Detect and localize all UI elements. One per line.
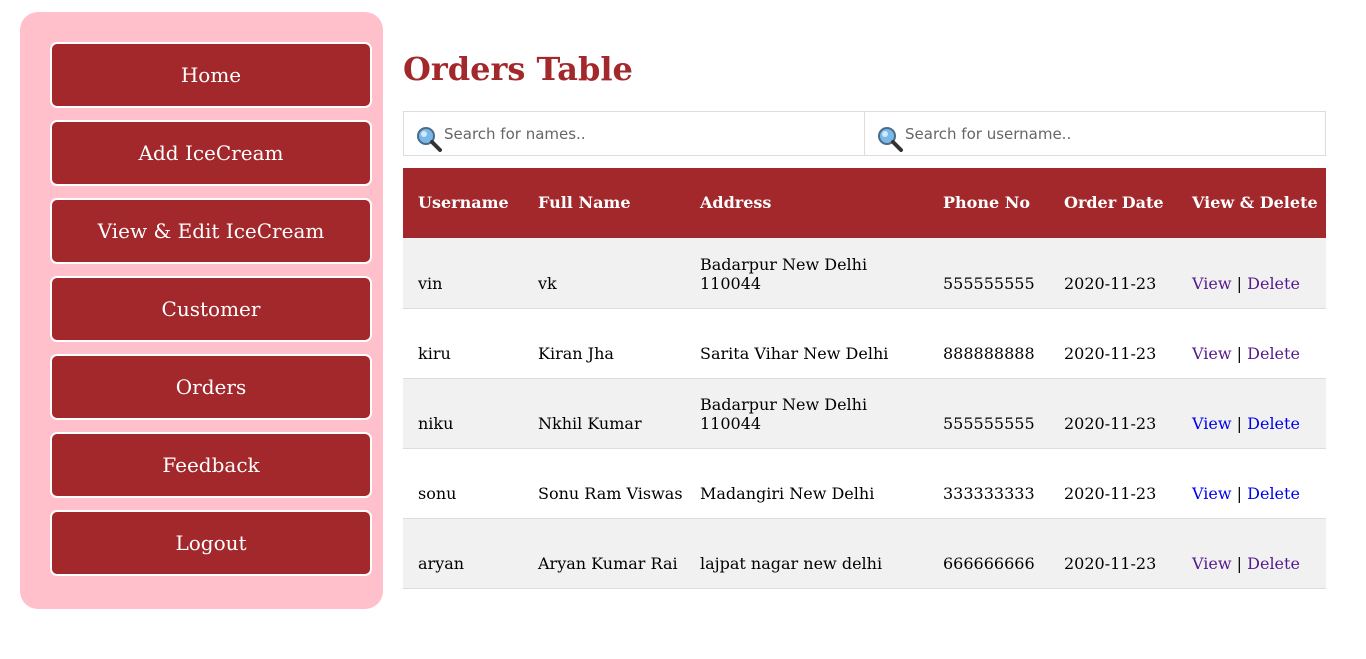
cell-address: Sarita Vihar New Delhi bbox=[685, 308, 928, 379]
delete-link[interactable]: Delete bbox=[1247, 344, 1300, 363]
delete-link[interactable]: Delete bbox=[1247, 484, 1300, 503]
cell-order-date: 2020-11-23 bbox=[1049, 378, 1177, 449]
table-row: vin vk Badarpur New Delhi 110044 5555555… bbox=[403, 238, 1326, 309]
cell-address: lajpat nagar new delhi bbox=[685, 518, 928, 589]
sidebar: Home Add IceCream View & Edit IceCream C… bbox=[20, 12, 383, 609]
table-row: kiru Kiran Jha Sarita Vihar New Delhi 88… bbox=[403, 308, 1326, 379]
cell-phone: 555555555 bbox=[928, 378, 1049, 449]
cell-phone: 888888888 bbox=[928, 308, 1049, 379]
cell-full-name: Aryan Kumar Rai bbox=[523, 518, 685, 589]
delete-link[interactable]: Delete bbox=[1247, 414, 1300, 433]
delete-link[interactable]: Delete bbox=[1247, 554, 1300, 573]
header-order-date: Order Date bbox=[1049, 168, 1177, 238]
cell-actions: View | Delete bbox=[1177, 308, 1326, 379]
separator: | bbox=[1236, 483, 1243, 503]
cell-phone: 333333333 bbox=[928, 448, 1049, 519]
cell-username: aryan bbox=[403, 518, 523, 589]
separator: | bbox=[1236, 343, 1243, 363]
cell-address: Madangiri New Delhi bbox=[685, 448, 928, 519]
cell-actions: View | Delete bbox=[1177, 378, 1326, 449]
cell-order-date: 2020-11-23 bbox=[1049, 448, 1177, 519]
cell-actions: View | Delete bbox=[1177, 238, 1326, 309]
nav-logout-button[interactable]: Logout bbox=[50, 510, 372, 576]
search-names-input[interactable] bbox=[404, 112, 864, 155]
view-link[interactable]: View bbox=[1192, 484, 1232, 503]
header-view-delete: View & Delete bbox=[1177, 168, 1326, 238]
cell-phone: 555555555 bbox=[928, 238, 1049, 309]
cell-username: vin bbox=[403, 238, 523, 309]
table-row: niku Nkhil Kumar Badarpur New Delhi 1100… bbox=[403, 378, 1326, 449]
cell-address: Badarpur New Delhi 110044 bbox=[685, 238, 928, 309]
separator: | bbox=[1236, 273, 1243, 293]
header-username: Username bbox=[403, 168, 523, 238]
cell-username: sonu bbox=[403, 448, 523, 519]
separator: | bbox=[1236, 413, 1243, 433]
cell-order-date: 2020-11-23 bbox=[1049, 518, 1177, 589]
cell-phone: 666666666 bbox=[928, 518, 1049, 589]
view-link[interactable]: View bbox=[1192, 344, 1232, 363]
cell-full-name: Kiran Jha bbox=[523, 308, 685, 379]
delete-link[interactable]: Delete bbox=[1247, 274, 1300, 293]
search-username-input[interactable] bbox=[865, 112, 1325, 155]
cell-username: kiru bbox=[403, 308, 523, 379]
page-title: Orders Table bbox=[403, 50, 633, 88]
view-link[interactable]: View bbox=[1192, 414, 1232, 433]
nav-customer-button[interactable]: Customer bbox=[50, 276, 372, 342]
cell-full-name: Nkhil Kumar bbox=[523, 378, 685, 449]
cell-full-name: Sonu Ram Viswas bbox=[523, 448, 685, 519]
cell-actions: View | Delete bbox=[1177, 448, 1326, 519]
view-link[interactable]: View bbox=[1192, 554, 1232, 573]
table-row: sonu Sonu Ram Viswas Madangiri New Delhi… bbox=[403, 448, 1326, 519]
nav-home-button[interactable]: Home bbox=[50, 42, 372, 108]
header-address: Address bbox=[685, 168, 928, 238]
cell-full-name: vk bbox=[523, 238, 685, 309]
header-full-name: Full Name bbox=[523, 168, 685, 238]
search-icon bbox=[417, 127, 442, 152]
cell-order-date: 2020-11-23 bbox=[1049, 238, 1177, 309]
search-names-box bbox=[403, 111, 865, 156]
table-header-row: Username Full Name Address Phone No Orde… bbox=[403, 168, 1326, 238]
search-username-box bbox=[864, 111, 1326, 156]
cell-actions: View | Delete bbox=[1177, 518, 1326, 589]
orders-table: Username Full Name Address Phone No Orde… bbox=[403, 168, 1326, 589]
cell-address: Badarpur New Delhi 110044 bbox=[685, 378, 928, 449]
table-row: aryan Aryan Kumar Rai lajpat nagar new d… bbox=[403, 518, 1326, 589]
header-phone: Phone No bbox=[928, 168, 1049, 238]
nav-orders-button[interactable]: Orders bbox=[50, 354, 372, 420]
separator: | bbox=[1236, 553, 1243, 573]
nav-feedback-button[interactable]: Feedback bbox=[50, 432, 372, 498]
cell-order-date: 2020-11-23 bbox=[1049, 308, 1177, 379]
cell-username: niku bbox=[403, 378, 523, 449]
nav-view-edit-icecream-button[interactable]: View & Edit IceCream bbox=[50, 198, 372, 264]
view-link[interactable]: View bbox=[1192, 274, 1232, 293]
search-icon bbox=[878, 127, 903, 152]
nav-add-icecream-button[interactable]: Add IceCream bbox=[50, 120, 372, 186]
